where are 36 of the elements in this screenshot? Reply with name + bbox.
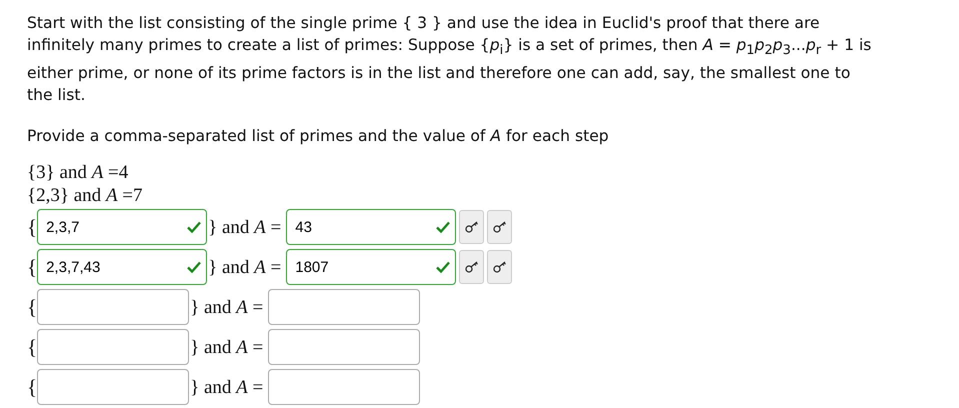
prime-list-field[interactable]: [37, 289, 190, 326]
prime-list-field[interactable]: 2,3,7: [37, 209, 208, 246]
prime-list-field[interactable]: [37, 369, 190, 406]
check-icon: [436, 221, 450, 234]
answer-key-button[interactable]: [459, 250, 484, 284]
key-icon: [492, 261, 507, 274]
answer-key-button[interactable]: [459, 210, 484, 244]
and-a-label: } and A =: [208, 256, 282, 278]
given-step: {3} and A =4: [27, 162, 128, 184]
check-icon: [436, 261, 450, 274]
given-step: {2,3} and A =7: [27, 185, 143, 206]
key-icon: [464, 221, 479, 234]
prime-list-field[interactable]: [37, 329, 190, 366]
a-value-field[interactable]: [268, 289, 420, 326]
key-icon: [492, 221, 507, 234]
brace-text: {: [27, 336, 38, 358]
and-a-label: } and A =: [190, 296, 264, 318]
problem-text: Start with the list consisting of the single prime { 3 } and use the idea in Euclid's proof that there are infinitely many primes to create a list of primes: Suppose {p$_{i}$} is a set of primes, then A = p$_{1}$p$_{2}$p$_{3}$...p$_{r}$ + 1 is either prime, or none of its prime factors is in the list and therefore one can add, say, the smallest one to the list.: [27, 13, 872, 106]
and-a-label: } and A =: [190, 376, 264, 398]
a-value-field[interactable]: 43: [286, 209, 456, 246]
a-value-field[interactable]: [268, 329, 420, 366]
brace-text: {: [27, 296, 38, 318]
and-a-label: } and A =: [208, 216, 282, 238]
a-value-field[interactable]: [268, 369, 420, 406]
brace-text: {: [27, 256, 38, 278]
brace-text: {: [27, 216, 38, 238]
answer-key-button[interactable]: [487, 210, 512, 244]
answer-key-button[interactable]: [487, 250, 512, 284]
check-icon: [187, 221, 202, 234]
prime-list-field[interactable]: 2,3,7,43: [37, 249, 208, 286]
a-value-field[interactable]: 1807: [286, 249, 456, 286]
brace-text: {: [27, 376, 38, 398]
and-a-label: } and A =: [190, 336, 264, 358]
key-icon: [464, 261, 479, 274]
instruction-text: Provide a comma-separated list of primes and the value of A for each step: [27, 126, 610, 148]
check-icon: [187, 261, 202, 274]
